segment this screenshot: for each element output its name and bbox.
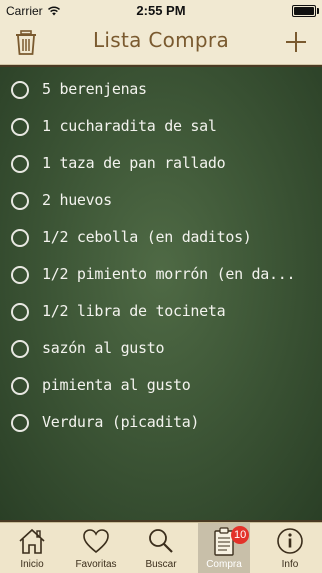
list-item[interactable]: 1/2 cebolla (en daditos) xyxy=(0,219,322,256)
tab-info[interactable]: Info xyxy=(261,523,319,573)
item-label: 1/2 cebolla (en daditos) xyxy=(42,228,252,246)
shopping-list: 5 berenjenas 1 cucharadita de sal 1 taza… xyxy=(0,65,322,522)
checkbox-circle-icon[interactable] xyxy=(11,192,29,210)
tab-buscar[interactable]: Buscar xyxy=(132,523,190,573)
notification-badge: 10 xyxy=(231,526,250,544)
status-time: 2:55 PM xyxy=(136,3,186,18)
page-title: Lista Compra xyxy=(92,28,230,52)
checkbox-circle-icon[interactable] xyxy=(11,155,29,173)
navigation-bar: Lista Compra xyxy=(0,22,322,65)
item-label: 5 berenjenas xyxy=(42,80,147,98)
tab-label: Favoritas xyxy=(75,559,117,570)
list-item[interactable]: 1/2 libra de tocineta xyxy=(0,293,322,330)
info-icon xyxy=(277,528,303,554)
list-item[interactable]: pimienta al gusto xyxy=(0,367,322,404)
plus-icon xyxy=(286,32,306,52)
tab-label: Info xyxy=(281,559,299,570)
checkbox-circle-icon[interactable] xyxy=(11,303,29,321)
tab-label: Compra xyxy=(206,559,242,570)
tab-inicio[interactable]: Inicio xyxy=(3,523,61,573)
tab-bar: Inicio Favoritas Buscar 10 Compra Info xyxy=(0,522,322,573)
tab-label: Inicio xyxy=(20,559,44,570)
item-label: sazón al gusto xyxy=(42,339,165,357)
list-item[interactable]: 1 cucharadita de sal xyxy=(0,108,322,145)
tab-favoritas[interactable]: Favoritas xyxy=(67,523,125,573)
battery-icon xyxy=(292,5,319,17)
item-label: 1/2 pimiento morrón (en da... xyxy=(42,265,296,283)
status-bar: Carrier 2:55 PM xyxy=(0,0,322,22)
list-item[interactable]: sazón al gusto xyxy=(0,330,322,367)
list-item[interactable]: 5 berenjenas xyxy=(0,71,322,108)
checkbox-circle-icon[interactable] xyxy=(11,377,29,395)
checkbox-circle-icon[interactable] xyxy=(11,118,29,136)
search-icon xyxy=(149,529,173,553)
list-item[interactable]: 1 taza de pan rallado xyxy=(0,145,322,182)
item-label: Verdura (picadita) xyxy=(42,413,200,431)
item-label: 2 huevos xyxy=(42,191,112,209)
tab-compra[interactable]: 10 Compra xyxy=(198,523,250,573)
add-item-button[interactable] xyxy=(284,30,308,54)
item-label: 1 cucharadita de sal xyxy=(42,117,217,135)
tab-label: Buscar xyxy=(145,559,177,570)
checkbox-circle-icon[interactable] xyxy=(11,266,29,284)
list-item[interactable]: 1/2 pimiento morrón (en da... xyxy=(0,256,322,293)
item-label: 1/2 libra de tocineta xyxy=(42,302,226,320)
checkbox-circle-icon[interactable] xyxy=(11,81,29,99)
list-item[interactable]: Verdura (picadita) xyxy=(0,404,322,441)
list-item[interactable]: 2 huevos xyxy=(0,182,322,219)
item-label: 1 taza de pan rallado xyxy=(42,154,226,172)
checkbox-circle-icon[interactable] xyxy=(11,414,29,432)
heart-icon xyxy=(83,529,109,554)
checkbox-circle-icon[interactable] xyxy=(11,229,29,247)
home-icon xyxy=(19,528,45,554)
checkbox-circle-icon[interactable] xyxy=(11,340,29,358)
item-label: pimienta al gusto xyxy=(42,376,191,394)
